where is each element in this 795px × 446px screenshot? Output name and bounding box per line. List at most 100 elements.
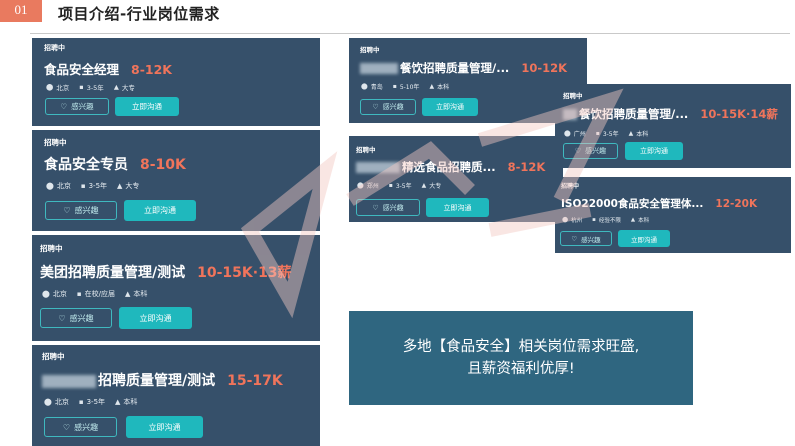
city: 郑州: [366, 183, 379, 190]
interested-button[interactable]: ♡ 感兴趣: [560, 231, 612, 246]
job-title-text: 食品安全经理: [44, 62, 120, 77]
location-icon: ⬤: [564, 130, 571, 137]
salary: 12-20K: [715, 198, 758, 210]
experience: 3-5年: [86, 398, 106, 406]
briefcase-icon: ▪: [592, 217, 596, 223]
education: 大专: [125, 182, 140, 190]
chat-now-button[interactable]: 立即沟通: [115, 97, 179, 116]
briefcase-icon: ▪: [80, 182, 86, 190]
job-card[interactable]: 招聘中 精选食品招聘质... 8-12K ⬤ 郑州 ▪ 3-5年 ▲ 大专 ♡ 感兴趣 立…: [349, 136, 563, 222]
job-meta: ⬤ 郑州 ▪ 3-5年 ▲ 大专: [357, 181, 441, 190]
graduation-cap-icon: ▲: [117, 182, 123, 190]
section-number-badge: 01: [0, 0, 42, 22]
location-icon: ⬤: [46, 182, 54, 190]
job-card[interactable]: 招聘中 食品安全专员 8-10K ⬤ 北京 ▪ 3-5年 ▲ 大专 ♡ 感兴趣 立即沟通: [32, 130, 320, 231]
redacted-company: [563, 109, 577, 120]
chat-now-button[interactable]: 立即沟通: [124, 200, 196, 221]
status-label: 招聘中: [561, 183, 580, 190]
briefcase-icon: ▪: [392, 83, 397, 90]
chat-now-button[interactable]: 立即沟通: [426, 198, 489, 217]
job-meta: ⬤ 北京 ▪ 3-5年 ▲ 大专: [46, 82, 135, 92]
salary: 8-10K: [140, 157, 186, 173]
interested-button[interactable]: ♡ 感兴趣: [44, 417, 117, 437]
job-card[interactable]: 招聘中 食品安全经理 8-12K ⬤ 北京 ▪ 3-5年 ▲ 大专 ♡ 感兴趣 立即沟通: [32, 38, 320, 126]
job-title[interactable]: 食品安全专员 8-10K: [44, 154, 186, 174]
heart-icon: ♡: [63, 206, 71, 215]
job-card[interactable]: 招聘中 餐饮招聘质量管理/... 10-12K ⬤ 青岛 ▪ 5-10年 ▲ 本科 ♡ 感…: [349, 38, 587, 123]
interested-button[interactable]: ♡ 感兴趣: [40, 308, 112, 328]
education: 本科: [133, 290, 148, 298]
briefcase-icon: ▪: [79, 83, 84, 91]
job-title[interactable]: 食品安全经理 8-12K: [44, 59, 172, 78]
salary: 10-15K·13薪: [197, 265, 292, 281]
job-card[interactable]: 招聘中 ISO22000食品安全管理体... 12-20K ⬤ 杭州 ▪ 经验不限 ▲…: [555, 177, 791, 253]
interested-button[interactable]: ♡ 感兴趣: [45, 98, 109, 115]
interested-button[interactable]: ♡ 感兴趣: [563, 143, 618, 159]
job-card[interactable]: 招聘中 招聘质量管理/测试 15-17K ⬤ 北京 ▪ 3-5年 ▲ 本科 ♡ 感兴趣 立…: [32, 345, 320, 446]
experience: 3-5年: [602, 131, 619, 138]
city: 北京: [54, 398, 69, 406]
chat-now-button[interactable]: 立即沟通: [422, 98, 478, 116]
status-label: 招聘中: [563, 92, 583, 100]
graduation-cap-icon: ▲: [630, 217, 636, 223]
location-icon: ⬤: [562, 217, 569, 223]
job-title-text: 餐饮招聘质量管理/...: [400, 61, 510, 75]
graduation-cap-icon: ▲: [124, 290, 131, 298]
job-title-text: 精选食品招聘质...: [402, 160, 496, 174]
education: 本科: [636, 131, 649, 138]
graduation-cap-icon: ▲: [421, 182, 427, 189]
education: 大专: [429, 183, 442, 190]
job-title-text: 招聘质量管理/测试: [98, 373, 216, 389]
chat-now-button[interactable]: 立即沟通: [625, 142, 683, 160]
briefcase-icon: ▪: [76, 290, 82, 298]
experience: 3-5年: [395, 183, 412, 190]
city: 北京: [52, 290, 67, 298]
job-title[interactable]: 餐饮招聘质量管理/... 10-12K: [360, 60, 567, 76]
job-title[interactable]: 餐饮招聘质量管理/... 10-15K·14薪: [563, 106, 778, 122]
chat-now-button[interactable]: 立即沟通: [126, 416, 203, 438]
interested-button[interactable]: ♡ 感兴趣: [45, 201, 117, 220]
chat-now-button[interactable]: 立即沟通: [618, 230, 670, 247]
interested-button[interactable]: ♡ 感兴趣: [360, 99, 416, 115]
experience: 经验不限: [598, 218, 621, 224]
heart-icon: ♡: [58, 313, 66, 323]
experience: 在校/应届: [84, 290, 115, 298]
callout-line-2: 且薪资福利优厚!: [467, 361, 575, 377]
experience: 5-10年: [399, 84, 420, 91]
job-title[interactable]: ISO22000食品安全管理体... 12-20K: [561, 196, 757, 211]
location-icon: ⬤: [44, 398, 52, 406]
salary: 15-17K: [227, 373, 283, 389]
job-meta: ⬤ 北京 ▪ 3-5年 ▲ 大专: [46, 181, 139, 191]
location-icon: ⬤: [361, 83, 368, 90]
header-divider: [30, 33, 790, 34]
salary: 8-12K: [507, 160, 546, 174]
job-title[interactable]: 精选食品招聘质... 8-12K: [356, 159, 545, 175]
graduation-cap-icon: ▲: [628, 130, 634, 137]
job-card[interactable]: 招聘中 餐饮招聘质量管理/... 10-15K·14薪 ⬤ 广州 ▪ 3-5年 ▲ 本科…: [555, 84, 791, 168]
location-icon: ⬤: [46, 83, 54, 91]
job-title-text: ISO22000食品安全管理体...: [561, 198, 704, 210]
experience: 3-5年: [88, 182, 108, 190]
status-label: 招聘中: [44, 44, 65, 52]
heart-icon: ♡: [372, 203, 379, 212]
graduation-cap-icon: ▲: [115, 398, 121, 406]
job-title-text: 美团招聘质量管理/测试: [40, 265, 186, 281]
job-title[interactable]: 美团招聘质量管理/测试 10-15K·13薪: [40, 262, 292, 282]
chat-now-button[interactable]: 立即沟通: [119, 307, 192, 329]
city: 北京: [56, 84, 70, 92]
job-meta: ⬤ 北京 ▪ 3-5年 ▲ 本科: [44, 397, 137, 407]
heart-icon: ♡: [60, 102, 68, 111]
job-card[interactable]: 招聘中 美团招聘质量管理/测试 10-15K·13薪 ⬤ 北京 ▪ 在校/应届 ▲ 本科…: [32, 235, 320, 341]
summary-callout: 多地【食品安全】相关岗位需求旺盛, 且薪资福利优厚!: [349, 311, 693, 405]
job-meta: ⬤ 青岛 ▪ 5-10年 ▲ 本科: [361, 82, 449, 91]
education: 本科: [123, 398, 138, 406]
interested-button[interactable]: ♡ 感兴趣: [356, 199, 420, 216]
graduation-cap-icon: ▲: [113, 83, 119, 91]
location-icon: ⬤: [42, 290, 50, 298]
job-title[interactable]: 招聘质量管理/测试 15-17K: [42, 370, 283, 390]
briefcase-icon: ▪: [78, 398, 84, 406]
redacted-company: [360, 63, 398, 74]
job-meta: ⬤ 广州 ▪ 3-5年 ▲ 本科: [564, 129, 648, 138]
status-label: 招聘中: [40, 244, 63, 253]
status-label: 招聘中: [42, 352, 65, 361]
